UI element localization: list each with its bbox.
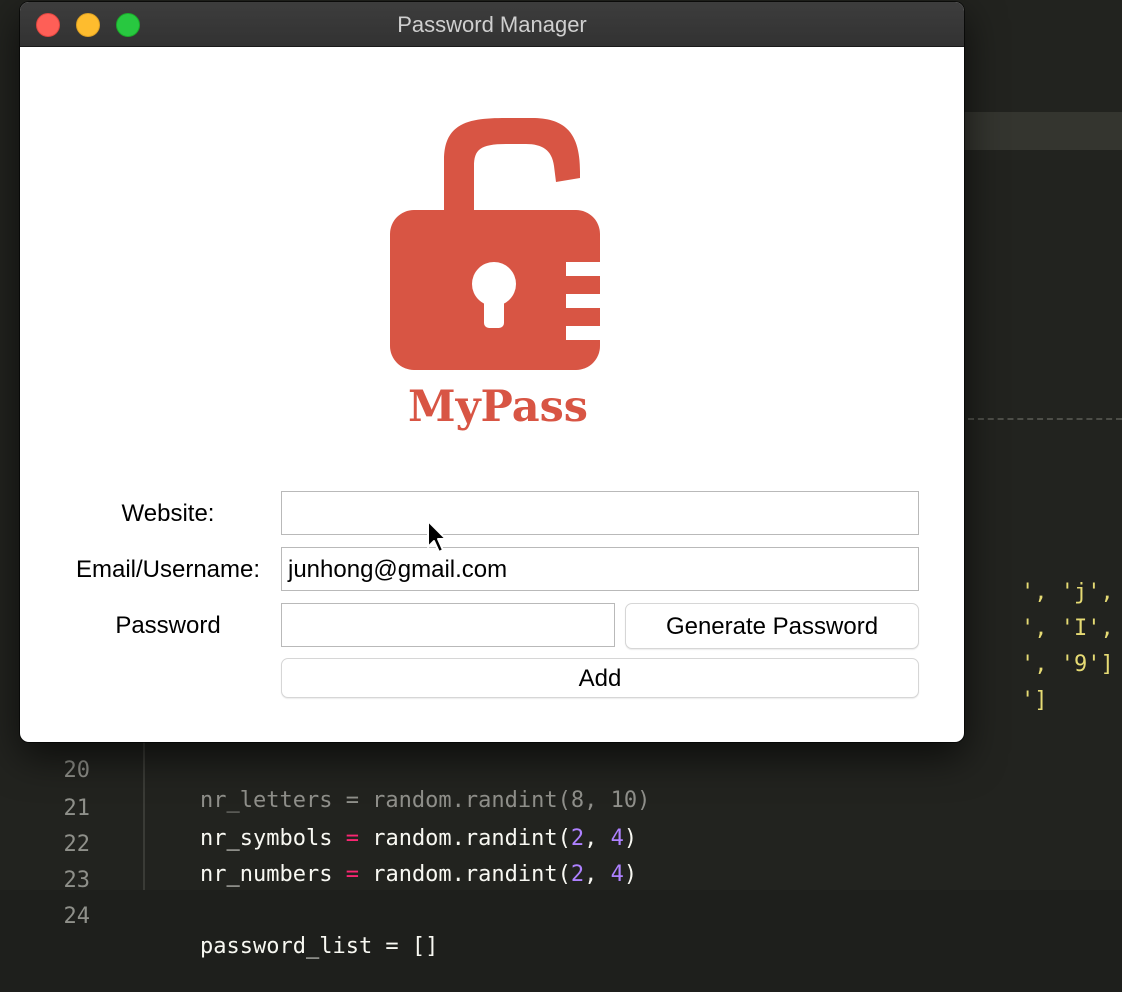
- password-label: Password: [115, 612, 221, 639]
- email-username-input[interactable]: junhong@gmail.com: [281, 547, 919, 591]
- website-input[interactable]: [281, 491, 919, 535]
- email-username-label: Email/Username:: [75, 556, 261, 583]
- password-manager-window: Password Manager MyPass Website: Email/U…: [20, 2, 964, 742]
- editor-highlight-stripe: [964, 112, 1122, 150]
- website-label: Website:: [121, 500, 215, 527]
- code-line-24: 24 password_list = []: [0, 872, 1122, 992]
- mypass-logo: MyPass: [390, 114, 606, 438]
- title-bar[interactable]: Password Manager: [20, 2, 964, 47]
- logo-wordmark: MyPass: [407, 382, 589, 432]
- password-input[interactable]: [281, 603, 615, 647]
- mouse-pointer-icon: [427, 520, 447, 553]
- editor-dashed-rule: [968, 418, 1122, 420]
- line-number: 24: [63, 904, 91, 929]
- padlock-icon: [390, 118, 606, 370]
- generate-password-button[interactable]: Generate Password: [625, 603, 919, 649]
- add-button[interactable]: Add: [281, 658, 919, 698]
- window-title: Password Manager: [397, 12, 587, 37]
